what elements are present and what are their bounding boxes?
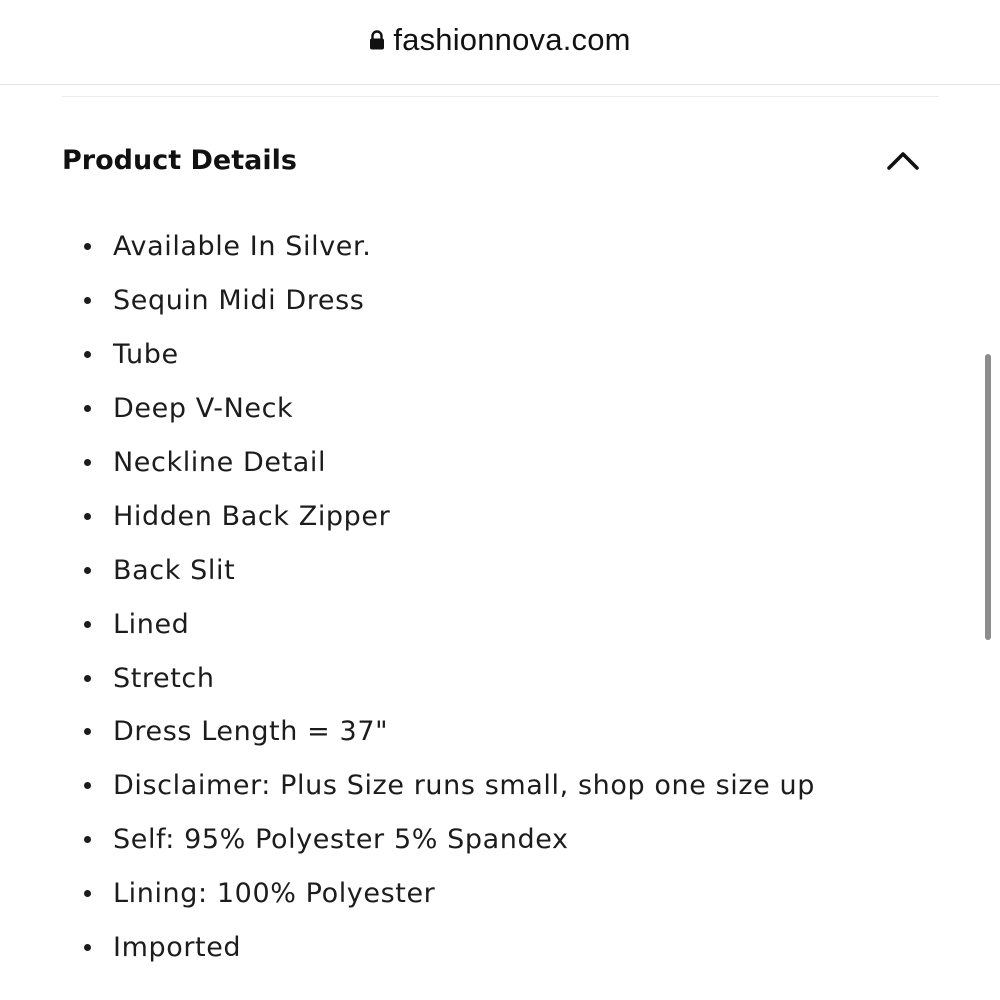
list-item: Hidden Back Zipper <box>84 489 815 543</box>
product-details-list: Available In Silver. Sequin Midi Dress Tub… <box>84 220 815 974</box>
list-item: Lined <box>84 597 815 651</box>
list-item-text: Stretch <box>113 662 215 694</box>
product-details-toggle[interactable]: Product Details <box>62 135 922 185</box>
bullet-icon <box>84 566 91 574</box>
bullet-icon <box>84 728 91 736</box>
chevron-up-icon[interactable] <box>886 148 920 172</box>
list-item-text: Lined <box>113 608 190 640</box>
address-bar[interactable]: fashionnova.com <box>0 0 1000 85</box>
list-item: Tube <box>84 328 815 382</box>
list-item-text: Hidden Back Zipper <box>113 500 391 532</box>
bullet-icon <box>84 459 91 466</box>
bullet-icon <box>84 297 91 305</box>
bullet-icon <box>84 944 91 952</box>
list-item: Sequin Midi Dress <box>84 274 815 328</box>
bullet-icon <box>84 836 91 844</box>
bullet-icon <box>84 890 91 898</box>
list-item-text: Imported <box>113 932 242 964</box>
list-item-text: Neckline Detail <box>113 447 327 478</box>
bullet-icon <box>84 782 91 790</box>
bullet-icon <box>84 674 91 682</box>
list-item: Stretch <box>84 651 815 705</box>
list-item-text: Back Slit <box>113 554 236 586</box>
section-divider <box>62 96 939 97</box>
list-item: Deep V-Neck <box>84 382 815 436</box>
scrollbar[interactable] <box>985 354 991 640</box>
bullet-icon <box>84 620 91 628</box>
list-item-text: Deep V-Neck <box>113 393 294 425</box>
list-item-text: Available In Silver. <box>113 231 372 263</box>
list-item: Self: 95% Polyester 5% Spandex <box>84 813 815 867</box>
list-item: Imported <box>84 921 815 975</box>
list-item-text: Lining: 100% Polyester <box>113 878 436 910</box>
list-item: Available In Silver. <box>84 220 815 274</box>
bullet-icon <box>84 351 91 359</box>
list-item: Lining: 100% Polyester <box>84 867 815 921</box>
list-item: Back Slit <box>84 543 815 597</box>
list-item-text: Sequin Midi Dress <box>113 285 365 317</box>
bullet-icon <box>84 512 91 520</box>
bullet-icon <box>84 243 91 251</box>
list-item-text: Self: 95% Polyester 5% Spandex <box>113 824 569 856</box>
lock-icon <box>369 30 385 50</box>
bullet-icon <box>84 405 91 413</box>
url-text: fashionnova.com <box>393 22 631 57</box>
section-title: Product Details <box>62 144 297 176</box>
list-item: Dress Length = 37" <box>84 705 815 759</box>
list-item-text: Tube <box>113 339 179 371</box>
list-item-text: Disclaimer: Plus Size runs small, shop o… <box>113 770 816 802</box>
address-bar-content: fashionnova.com <box>369 22 630 58</box>
list-item: Disclaimer: Plus Size runs small, shop o… <box>84 759 815 813</box>
list-item-text: Dress Length = 37" <box>113 716 389 748</box>
list-item: Neckline Detail <box>84 436 815 490</box>
